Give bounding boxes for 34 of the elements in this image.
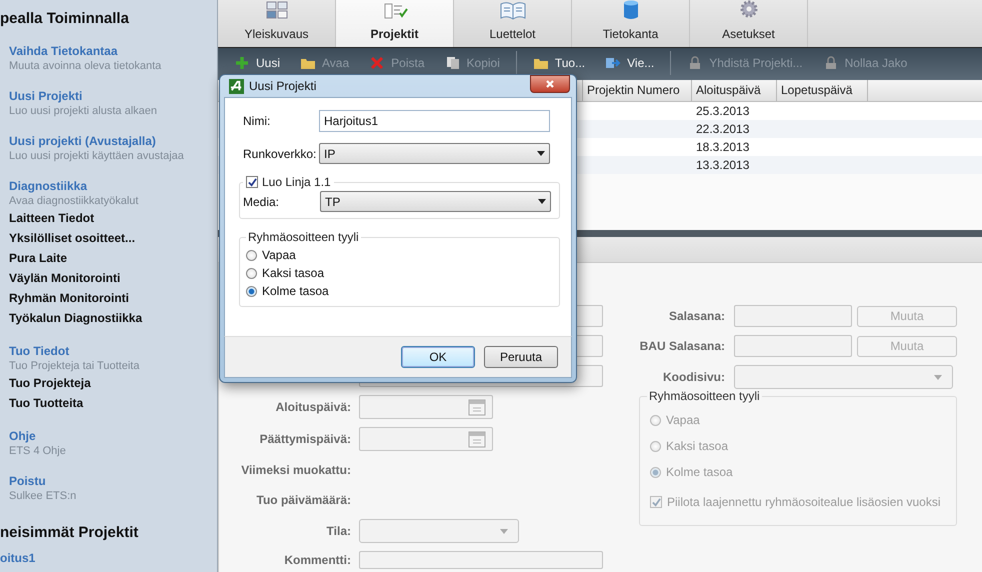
field-label: BAU Salasana: <box>638 339 725 353</box>
dialog-title: Uusi Projekti <box>249 79 318 93</box>
field-label: Tuo päivämäärä: <box>256 493 351 507</box>
sidebar-description: Muuta avoinna oleva tietokanta <box>9 59 162 73</box>
option-label: Kolme tasoa <box>666 465 733 479</box>
table-cell-text: 18.3.2013 <box>695 139 750 156</box>
group-title: Ryhmäosoitteen tyyli <box>247 230 360 244</box>
sidebar-heading: neisimmät Projektit <box>0 524 138 542</box>
sidebar-description: Avaa diagnostiikkatyökalut <box>9 194 138 208</box>
option-label: Piilota laajennettu ryhmäosoitealue lisäosien vuoksi <box>667 495 940 509</box>
field-label: Viimeksi muokattu: <box>240 463 351 477</box>
table-cell-text: 22.3.2013 <box>695 121 750 138</box>
group-title: Ryhmäosoitteen tyyli <box>648 389 761 403</box>
table-cell-text: 25.3.2013 <box>695 103 750 120</box>
field-label: Koodisivu: <box>662 370 725 384</box>
field-label: Kommentti: <box>283 553 351 567</box>
sidebar-description: ETS 4 Ohje <box>9 444 66 458</box>
sidebar-description: Sulkee ETS:n <box>9 489 76 503</box>
sidebar-description: Tuo Projekteja tai Tuotteita <box>9 359 140 373</box>
option-label: Kaksi tasoa <box>262 266 324 280</box>
option-label: Vapaa <box>666 413 700 427</box>
checkbox-label: Luo Linja 1.1 <box>262 175 331 189</box>
field-label: Salasana: <box>668 309 725 323</box>
sidebar-description: Luo uusi projekti käyttäen avustajaa <box>9 149 184 163</box>
option-label: Kolme tasoa <box>262 284 329 298</box>
option-label: Kaksi tasoa <box>666 439 728 453</box>
sidebar-description: Luo uusi projekti alusta alkaen <box>9 104 157 118</box>
sidebar-heading: pealla Toiminnalla <box>0 10 129 28</box>
option-label: Vapaa <box>262 248 296 262</box>
field-label: Aloituspäivä: <box>274 400 351 414</box>
field-label: Media: <box>243 194 280 208</box>
table-cell-text: 13.3.2013 <box>695 157 750 174</box>
field-label: Tila: <box>326 524 351 538</box>
field-label: Päättymispäivä: <box>258 432 351 446</box>
